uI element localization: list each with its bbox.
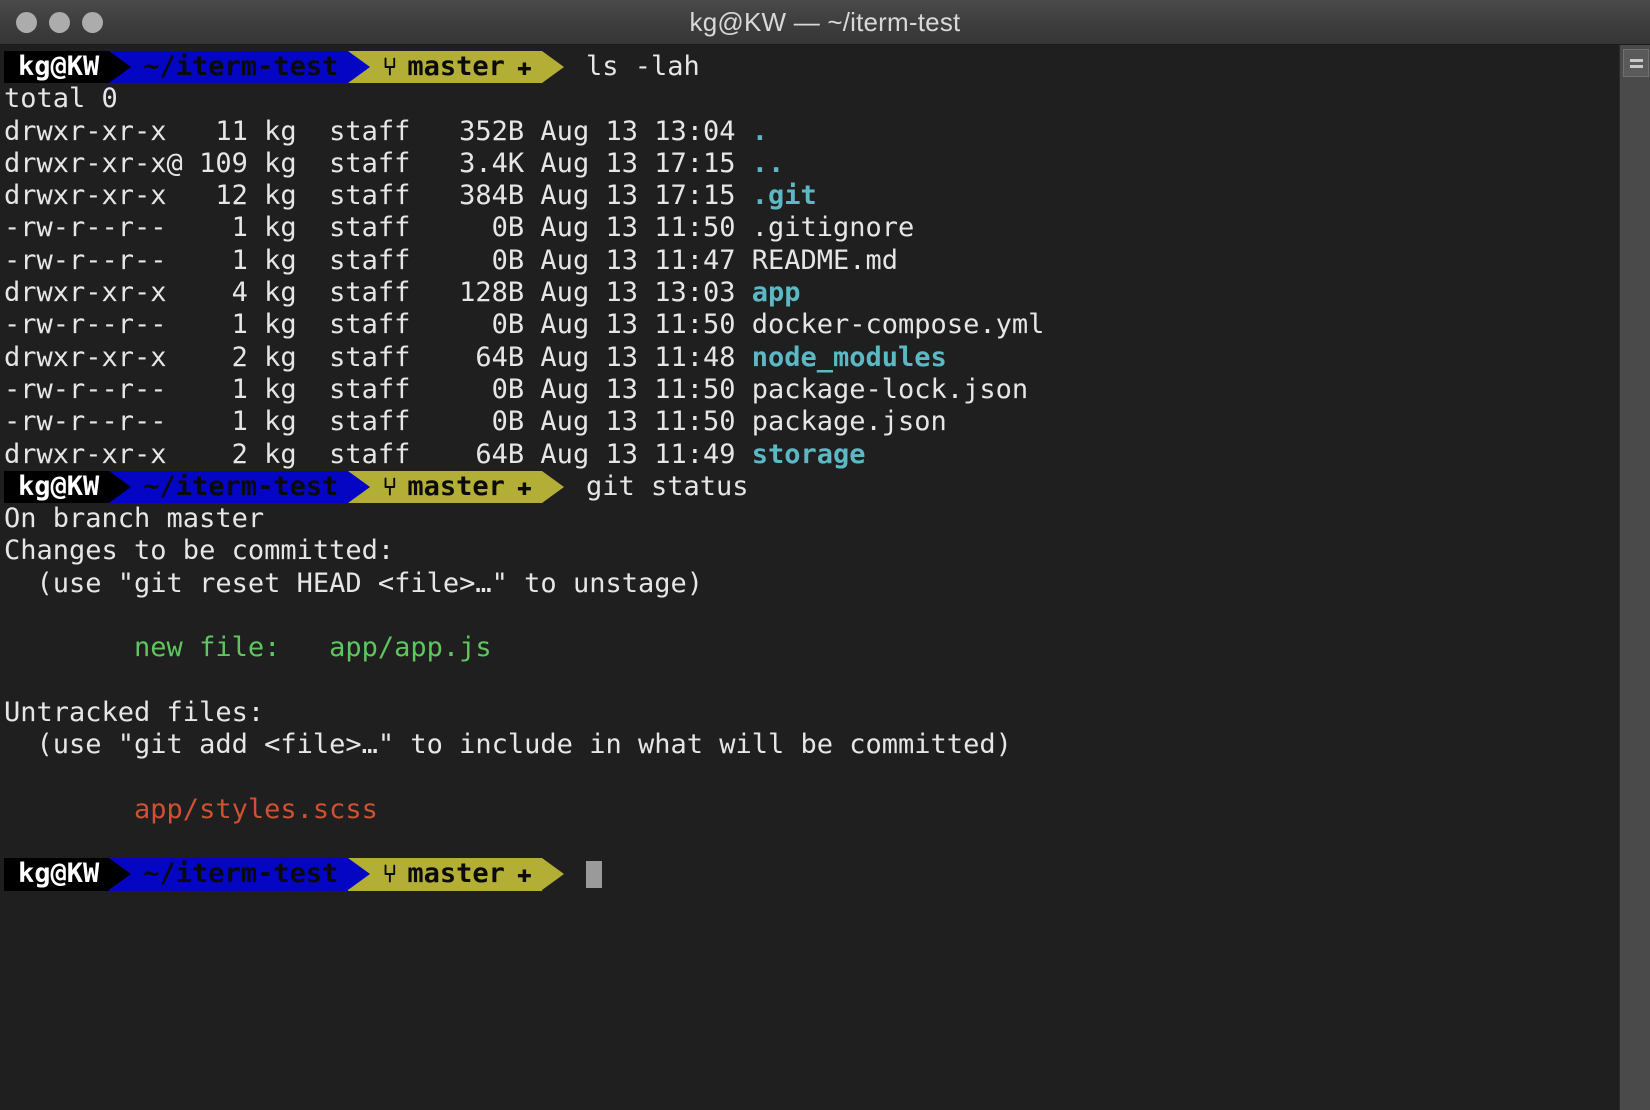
spacer-line bbox=[4, 826, 1619, 858]
ls-row: drwxr-xr-x 2 kg staff 64B Aug 13 11:48 n… bbox=[4, 342, 1619, 374]
prompt-user-segment: kg@KW bbox=[4, 51, 109, 83]
git-dirty-icon: ✚ bbox=[517, 51, 532, 83]
vertical-scrollbar[interactable] bbox=[1619, 45, 1650, 1110]
prompt-line-ls: kg@KW ~/iterm-test ⑂ master ✚ ls -lah bbox=[4, 51, 1619, 83]
ls-row-container: drwxr-xr-x 11 kg staff 352B Aug 13 13:04… bbox=[4, 116, 1619, 471]
ls-row-dirname: app bbox=[752, 277, 801, 308]
git-dirty-icon: ✚ bbox=[517, 858, 532, 890]
close-button[interactable] bbox=[16, 12, 37, 33]
git-branch-icon: ⑂ bbox=[382, 471, 397, 503]
ls-row-filename: README.md bbox=[752, 245, 898, 276]
title-bar: kg@KW — ~/iterm-test bbox=[0, 0, 1650, 45]
git-staged-header: Changes to be committed: bbox=[4, 535, 1619, 567]
window-title: kg@KW — ~/iterm-test bbox=[0, 7, 1650, 38]
prompt-user-segment: kg@KW bbox=[4, 471, 109, 503]
ls-row-dirname: storage bbox=[752, 439, 866, 470]
separator-user-path-icon bbox=[109, 471, 131, 503]
git-branch-label: master bbox=[407, 51, 505, 83]
ls-row-dirname: .. bbox=[752, 148, 785, 179]
ls-row: -rw-r--r-- 1 kg staff 0B Aug 13 11:50 .g… bbox=[4, 212, 1619, 244]
text-cursor[interactable] bbox=[586, 861, 602, 888]
git-branch-line: On branch master bbox=[4, 503, 1619, 535]
spacer-line bbox=[4, 665, 1619, 697]
ls-row-filename: package.json bbox=[752, 406, 947, 437]
separator-user-path-icon bbox=[109, 858, 131, 890]
separator-path-git-icon bbox=[348, 471, 370, 503]
terminal-body[interactable]: kg@KW ~/iterm-test ⑂ master ✚ ls -lah tota… bbox=[0, 45, 1650, 1110]
command-git-status: git status bbox=[564, 471, 749, 503]
terminal-screen[interactable]: kg@KW ~/iterm-test ⑂ master ✚ ls -lah tota… bbox=[0, 45, 1619, 1110]
separator-git-end-icon bbox=[542, 858, 564, 890]
terminal-window: kg@KW — ~/iterm-test kg@KW ~/iterm-test … bbox=[0, 0, 1650, 1110]
ls-row-meta: -rw-r--r-- 1 kg staff 0B Aug 13 11:50 bbox=[4, 406, 752, 437]
command-ls: ls -lah bbox=[564, 51, 700, 83]
ls-row-meta: drwxr-xr-x 2 kg staff 64B Aug 13 11:49 bbox=[4, 439, 752, 470]
ls-row: drwxr-xr-x@ 109 kg staff 3.4K Aug 13 17:… bbox=[4, 148, 1619, 180]
scrollbar-menu-button[interactable] bbox=[1623, 49, 1649, 77]
ls-row: -rw-r--r-- 1 kg staff 0B Aug 13 11:50 pa… bbox=[4, 406, 1619, 438]
ls-row-meta: -rw-r--r-- 1 kg staff 0B Aug 13 11:50 bbox=[4, 212, 752, 243]
separator-git-end-icon bbox=[542, 51, 564, 83]
separator-git-end-icon bbox=[542, 471, 564, 503]
separator-path-git-icon bbox=[348, 51, 370, 83]
git-untracked-file: app/styles.scss bbox=[4, 794, 1619, 826]
prompt-path-segment: ~/iterm-test bbox=[131, 858, 348, 890]
ls-row-dirname: . bbox=[752, 116, 768, 147]
ls-row-meta: -rw-r--r-- 1 kg staff 0B Aug 13 11:50 bbox=[4, 309, 752, 340]
ls-row: drwxr-xr-x 4 kg staff 128B Aug 13 13:03 … bbox=[4, 277, 1619, 309]
ls-row-filename: package-lock.json bbox=[752, 374, 1028, 405]
ls-row-meta: -rw-r--r-- 1 kg staff 0B Aug 13 11:50 bbox=[4, 374, 752, 405]
prompt-line-git-status: kg@KW ~/iterm-test ⑂ master ✚ git status bbox=[4, 471, 1619, 503]
zoom-button[interactable] bbox=[82, 12, 103, 33]
spacer-line bbox=[4, 762, 1619, 794]
ls-row-meta: -rw-r--r-- 1 kg staff 0B Aug 13 11:47 bbox=[4, 245, 752, 276]
ls-row-filename: .gitignore bbox=[752, 212, 915, 243]
ls-row-meta: drwxr-xr-x 12 kg staff 384B Aug 13 17:15 bbox=[4, 180, 752, 211]
separator-user-path-icon bbox=[109, 51, 131, 83]
minimize-button[interactable] bbox=[49, 12, 70, 33]
git-staged-file: new file: app/app.js bbox=[4, 632, 1619, 664]
git-branch-icon: ⑂ bbox=[382, 51, 397, 83]
ls-row-dirname: node_modules bbox=[752, 342, 947, 373]
ls-row: -rw-r--r-- 1 kg staff 0B Aug 13 11:50 do… bbox=[4, 309, 1619, 341]
git-staged-hint: (use "git reset HEAD <file>…" to unstage… bbox=[4, 568, 1619, 600]
prompt-user-segment: kg@KW bbox=[4, 858, 109, 890]
ls-row: drwxr-xr-x 12 kg staff 384B Aug 13 17:15… bbox=[4, 180, 1619, 212]
ls-row-filename: docker-compose.yml bbox=[752, 309, 1045, 340]
prompt-git-segment: ⑂ master ✚ bbox=[370, 471, 542, 503]
separator-path-git-icon bbox=[348, 858, 370, 890]
ls-row-meta: drwxr-xr-x 2 kg staff 64B Aug 13 11:48 bbox=[4, 342, 752, 373]
ls-row-meta: drwxr-xr-x@ 109 kg staff 3.4K Aug 13 17:… bbox=[4, 148, 752, 179]
git-dirty-icon: ✚ bbox=[517, 471, 532, 503]
prompt-line-active: kg@KW ~/iterm-test ⑂ master ✚ bbox=[4, 858, 1619, 890]
git-branch-icon: ⑂ bbox=[382, 858, 397, 890]
git-untracked-hint: (use "git add <file>…" to include in wha… bbox=[4, 729, 1619, 761]
ls-row: drwxr-xr-x 2 kg staff 64B Aug 13 11:49 s… bbox=[4, 439, 1619, 471]
git-branch-label: master bbox=[407, 858, 505, 890]
ls-row-meta: drwxr-xr-x 4 kg staff 128B Aug 13 13:03 bbox=[4, 277, 752, 308]
ls-row: -rw-r--r-- 1 kg staff 0B Aug 13 11:50 pa… bbox=[4, 374, 1619, 406]
prompt-path-segment: ~/iterm-test bbox=[131, 471, 348, 503]
spacer-line bbox=[4, 600, 1619, 632]
ls-row-dirname: .git bbox=[752, 180, 817, 211]
git-branch-label: master bbox=[407, 471, 505, 503]
prompt-path-segment: ~/iterm-test bbox=[131, 51, 348, 83]
ls-row: -rw-r--r-- 1 kg staff 0B Aug 13 11:47 RE… bbox=[4, 245, 1619, 277]
traffic-light-group bbox=[16, 0, 103, 44]
prompt-git-segment: ⑂ master ✚ bbox=[370, 51, 542, 83]
ls-total-line: total 0 bbox=[4, 83, 1619, 115]
ls-row-meta: drwxr-xr-x 11 kg staff 352B Aug 13 13:04 bbox=[4, 116, 752, 147]
git-untracked-header: Untracked files: bbox=[4, 697, 1619, 729]
ls-row: drwxr-xr-x 11 kg staff 352B Aug 13 13:04… bbox=[4, 116, 1619, 148]
prompt-git-segment: ⑂ master ✚ bbox=[370, 858, 542, 890]
